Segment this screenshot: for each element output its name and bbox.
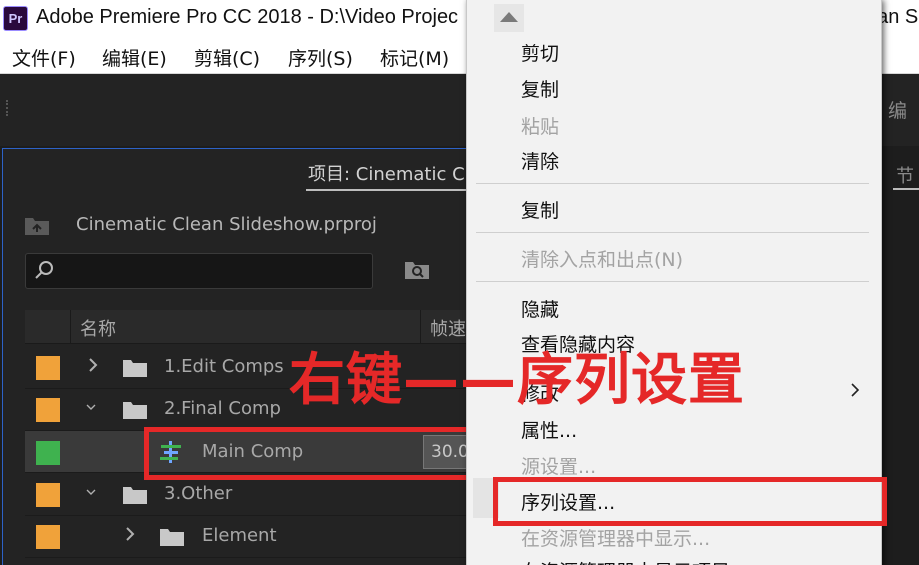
right-panel-tab-node[interactable]: 节 [896, 162, 914, 188]
folder-icon [123, 402, 147, 419]
menu-sequence[interactable]: 序列(S) [288, 44, 353, 71]
chevron-right-icon[interactable] [87, 356, 99, 374]
premiere-app-icon: Pr [3, 6, 28, 31]
column-name-header[interactable]: 名称 [80, 315, 116, 341]
chevron-right-icon[interactable] [124, 525, 136, 543]
project-tab-underline [306, 189, 476, 191]
folder-icon [123, 360, 147, 377]
folder-up-icon[interactable] [24, 214, 50, 236]
menu-edit[interactable]: 编辑(E) [102, 44, 167, 71]
menu-item-source-settings: 源设置... [521, 456, 597, 478]
label-color-swatch[interactable] [36, 483, 60, 507]
panel-grip-icon[interactable] [6, 100, 10, 116]
menu-item-hide[interactable]: 隐藏 [521, 295, 559, 322]
highlight-box-sequence [144, 427, 475, 480]
window-title: Adobe Premiere Pro CC 2018 - D:\Video Pr… [36, 6, 459, 28]
menu-item-clear[interactable]: 清除 [521, 147, 559, 174]
scroll-up-arrow-icon [500, 12, 518, 22]
menu-item-cut[interactable]: 剪切 [521, 39, 559, 66]
menu-item-reveal-in-explorer: 在资源管理器中显示... [521, 528, 711, 550]
label-color-swatch[interactable] [36, 441, 60, 465]
row-divider [25, 557, 477, 558]
search-icon [35, 261, 53, 279]
menu-clip[interactable]: 剪辑(C) [194, 44, 260, 71]
folder-icon [123, 487, 147, 504]
item-name: 1.Edit Comps [164, 356, 284, 377]
right-panel-tab-edit[interactable]: 编 [888, 96, 907, 123]
menu-item-reveal-project[interactable]: 在资源管理器中显示项目 [521, 557, 730, 565]
menu-file[interactable]: 文件(F) [12, 44, 76, 71]
premiere-window: Pr Adobe Premiere Pro CC 2018 - D:\Video… [0, 0, 919, 565]
menu-item-duplicate[interactable]: 复制 [521, 196, 559, 223]
label-color-swatch[interactable] [36, 356, 60, 380]
submenu-arrow-icon [851, 383, 860, 397]
find-bin-icon[interactable] [404, 258, 430, 280]
list-item[interactable]: Element [25, 515, 477, 557]
item-name: Element [202, 525, 277, 546]
item-name: 3.Other [164, 483, 233, 504]
project-panel-title[interactable]: 项目: Cinematic C [308, 160, 465, 186]
menu-item-clear-in-out: 清除入点和出点(N) [521, 249, 684, 271]
search-input[interactable] [25, 253, 373, 289]
folder-icon [160, 529, 184, 546]
menu-item-properties[interactable]: 属性... [521, 416, 577, 443]
menu-item-copy[interactable]: 复制 [521, 75, 559, 102]
project-file-name: Cinematic Clean Slideshow.prproj [76, 214, 377, 235]
right-tab-underline [893, 188, 919, 190]
item-name: 2.Final Comp [164, 398, 281, 419]
menu-separator [476, 281, 869, 282]
label-color-swatch[interactable] [36, 525, 60, 549]
menu-item-paste: 粘贴 [521, 116, 560, 138]
chevron-down-icon[interactable] [85, 398, 97, 416]
chevron-down-icon[interactable] [85, 483, 97, 501]
highlight-box-sequence-settings [493, 477, 887, 526]
menu-separator [476, 232, 869, 233]
label-color-swatch[interactable] [36, 398, 60, 422]
menu-separator [476, 183, 869, 184]
menu-marker[interactable]: 标记(M) [380, 44, 449, 71]
annotation-overlay-text: 右键——序列设置 [289, 348, 745, 413]
column-divider[interactable] [70, 310, 71, 344]
